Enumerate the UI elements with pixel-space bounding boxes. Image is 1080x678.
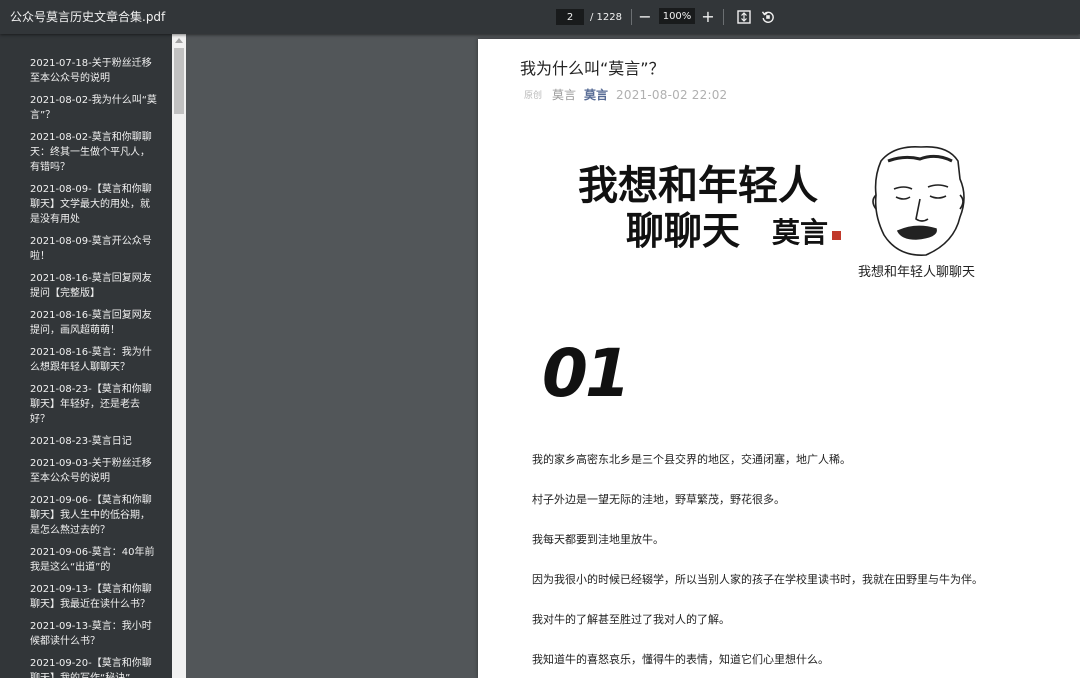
page-navigator: / 1228 [556,8,622,26]
rotate-button[interactable] [758,7,778,27]
banner-image: 我想和年轻人 聊聊天 莫言 我想和年轻人聊聊天 [578,145,975,280]
article-meta: 原创 莫言 莫言 2021-08-02 22:02 [524,86,727,103]
outline-item[interactable]: 2021-09-13-【莫言和你聊聊天】我最近在读什么书？ [30,582,158,619]
outline-item[interactable]: 2021-09-03-关于粉丝迁移至本公众号的说明 [30,456,158,493]
publish-date: 2021-08-02 22:02 [616,87,728,102]
outline-item[interactable]: 2021-08-09-【莫言和你聊聊天】文学最大的用处，就是没有用处 [30,182,158,234]
zoom-out-button[interactable]: − [635,7,655,27]
minus-icon: − [638,7,652,26]
page-total: / 1228 [590,11,622,23]
banner-caption: 我想和年轻人聊聊天 [858,264,975,280]
banner-calligraphy-line1: 我想和年轻人 [578,162,818,209]
toolbar-divider [723,9,724,25]
zoom-level-input[interactable] [659,8,695,24]
banner-signature: 莫言 [772,216,828,249]
outline-list: 2021-07-18-关于粉丝迁移至本公众号的说明 2021-08-02-我为什么… [0,34,172,678]
page-number-input[interactable] [556,9,584,25]
outline-item[interactable]: 2021-09-06-【莫言和你聊聊天】我人生中的低谷期，是怎么熬过去的？ [30,493,158,545]
rotate-icon [761,11,774,23]
outline-item[interactable]: 2021-08-02-莫言和你聊聊天：终其一生做个平凡人，有错吗？ [30,130,158,182]
article-paragraph: 我的家乡高密东北乡是三个县交界的地区，交通闭塞，地广人稀。 [532,453,851,466]
outline-sidebar: 2021-07-18-关于粉丝迁移至本公众号的说明 2021-08-02-我为什么… [0,34,186,678]
scroll-up-arrow-icon[interactable] [175,38,183,43]
outline-item[interactable]: 2021-08-09-莫言开公众号啦！ [30,234,158,271]
outline-item[interactable]: 2021-09-13-莫言：我小时候都读什么书？ [30,619,158,656]
face-sketch-icon [872,145,965,256]
pdf-page: 我为什么叫“莫言”？ 原创 莫言 莫言 2021-08-02 22:02 我想和… [478,39,1080,678]
outline-item[interactable]: 2021-08-23-莫言日记 [30,434,158,456]
zoom-in-button[interactable]: + [698,7,718,27]
plus-icon: + [701,7,715,26]
outline-item[interactable]: 2021-09-06-莫言：40年前我是这么“出道”的 [30,545,158,582]
outline-item[interactable]: 2021-08-16-莫言：我为什么想跟年轻人聊聊天？ [30,345,158,382]
original-tag: 原创 [524,91,543,101]
scroll-thumb[interactable] [174,48,184,114]
outline-item[interactable]: 2021-08-23-【莫言和你聊聊天】年轻好，还是老去好？ [30,382,158,434]
article-paragraph: 我知道牛的喜怒哀乐，懂得牛的表情，知道它们心里想什么。 [532,653,829,666]
seal-stamp [832,231,841,240]
author-name: 莫言 [552,88,577,102]
toolbar-divider [631,9,632,25]
outline-item[interactable]: 2021-08-02-我为什么叫“莫言”？ [30,93,158,130]
document-title: 公众号莫言历史文章合集.pdf [10,10,166,24]
fit-to-page-button[interactable] [734,7,754,27]
outline-item[interactable]: 2021-07-18-关于粉丝迁移至本公众号的说明 [30,56,158,93]
author-link[interactable]: 莫言 [584,86,608,103]
article-paragraph: 因为我很小的时候已经辍学，所以当别人家的孩子在学校里读书时，我就在田野里与牛为伴… [532,573,983,586]
banner-calligraphy-line2: 聊聊天 [626,208,740,253]
article-paragraph: 我对牛的了解甚至胜过了我对人的了解。 [532,613,730,626]
sidebar-scrollbar[interactable] [172,34,186,678]
outline-item[interactable]: 2021-08-16-莫言回复网友提问【完整版】 [30,271,158,308]
section-number: 01 [542,335,631,412]
fit-page-icon [737,10,751,24]
article-title: 我为什么叫“莫言”？ [520,59,665,78]
article-paragraph: 我每天都要到洼地里放牛。 [532,533,664,546]
outline-item[interactable]: 2021-09-20-【莫言和你聊聊天】我的写作“秘诀” [30,656,158,678]
article-paragraph: 村子外边是一望无际的洼地，野草繁茂，野花很多。 [532,493,785,506]
outline-item[interactable]: 2021-08-16-莫言回复网友提问，画风超萌萌！ [30,308,158,345]
pdf-toolbar: 公众号莫言历史文章合集.pdf / 1228 − + [0,0,1080,34]
